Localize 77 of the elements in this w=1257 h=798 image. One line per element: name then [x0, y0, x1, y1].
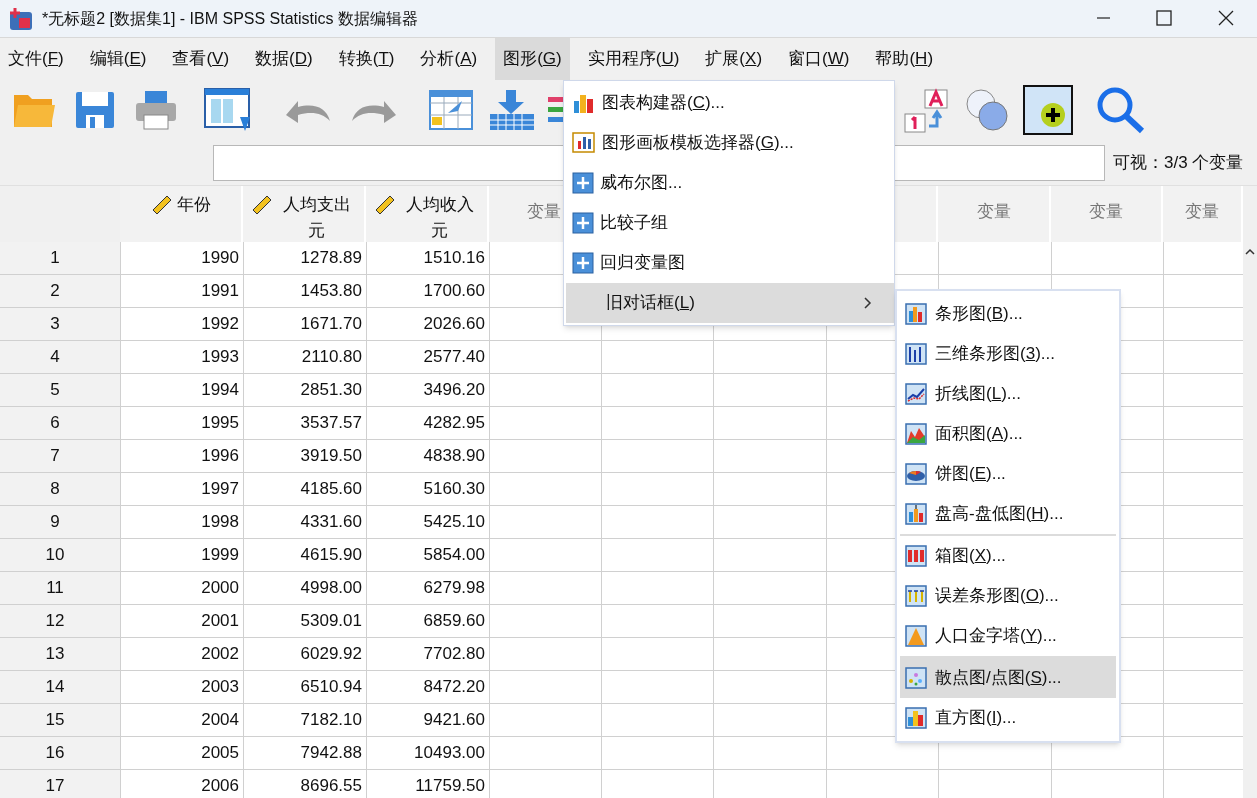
table-cell: 2003 — [120, 671, 243, 703]
menu-label: 误差条形图(O)... — [935, 585, 1059, 608]
table-cell: 8472.20 — [366, 671, 489, 703]
menu-label: 旧对话框(L) — [606, 292, 695, 315]
table-cell: 2004 — [120, 704, 243, 736]
table-cell: 4185.60 — [243, 473, 366, 505]
table-cell: 11759.50 — [366, 770, 489, 798]
window-title: *无标题2 [数据集1] - IBM SPSS Statistics 数据编辑器 — [42, 8, 419, 29]
menu-label: 面积图(A)... — [935, 423, 1023, 446]
table-cell: 2002 — [120, 638, 243, 670]
table-cell: 4615.90 — [243, 539, 366, 571]
menu-label: 回归变量图 — [600, 252, 685, 275]
table-cell: 1671.70 — [243, 308, 366, 340]
menu-label: 威布尔图... — [600, 172, 683, 195]
column-label: 变量 — [976, 201, 1011, 224]
table-cell: 1996 — [120, 440, 243, 472]
table-cell: 2001 — [120, 605, 243, 637]
menu-label: 图形画板模板选择器(G)... — [602, 132, 794, 155]
menu-label: 三维条形图(3)... — [935, 343, 1055, 366]
table-cell: 2110.80 — [243, 341, 366, 373]
table-cell: 7182.10 — [243, 704, 366, 736]
table-cell: 1993 — [120, 341, 243, 373]
table-cell: 1990 — [120, 242, 243, 274]
table-cell: 1510.16 — [366, 242, 489, 274]
table-cell: 2005 — [120, 737, 243, 769]
table-cell: 9421.60 — [366, 704, 489, 736]
table-cell: 10493.00 — [366, 737, 489, 769]
visible-variables-count: 可视：3/3 个变量 — [1113, 151, 1244, 174]
table-cell: 5309.01 — [243, 605, 366, 637]
table-cell: 2006 — [120, 770, 243, 798]
table-cell: 6029.92 — [243, 638, 366, 670]
table-cell: 2577.40 — [366, 341, 489, 373]
menu-label: 直方图(I)... — [935, 707, 1017, 730]
table-cell: 5160.30 — [366, 473, 489, 505]
menu-label: 比较子组 — [600, 212, 668, 235]
table-cell: 1453.80 — [243, 275, 366, 307]
table-cell: 4331.60 — [243, 506, 366, 538]
table-cell: 2851.30 — [243, 374, 366, 406]
menu-label: 箱图(X)... — [935, 545, 1006, 568]
menu-label: 折线图(L)... — [935, 383, 1021, 406]
table-cell: 1278.89 — [243, 242, 366, 274]
column-label: 变量 — [1089, 201, 1123, 224]
table-cell: 6279.98 — [366, 572, 489, 604]
table-cell: 2000 — [120, 572, 243, 604]
table-cell: 1999 — [120, 539, 243, 571]
table-cell: 8696.55 — [243, 770, 366, 798]
table-cell: 4282.95 — [366, 407, 489, 439]
table-cell: 1994 — [120, 374, 243, 406]
table-cell: 1997 — [120, 473, 243, 505]
table-cell: 5854.00 — [366, 539, 489, 571]
table-cell: 6859.60 — [366, 605, 489, 637]
menu-label: 散点图/点图(S)... — [935, 667, 1062, 690]
table-cell: 1998 — [120, 506, 243, 538]
table-cell: 4838.90 — [366, 440, 489, 472]
table-cell: 7702.80 — [366, 638, 489, 670]
table-cell: 3919.50 — [243, 440, 366, 472]
table-cell: 6510.94 — [243, 671, 366, 703]
column-label: 变量 — [1185, 201, 1219, 224]
table-cell: 3537.57 — [243, 407, 366, 439]
column-label: 人均收入元 — [404, 194, 475, 242]
menu-label: 图表构建器(C)... — [602, 92, 725, 115]
table-cell: 1991 — [120, 275, 243, 307]
column-label: 年份 — [176, 194, 211, 216]
menu-label: 人口金字塔(Y)... — [935, 625, 1057, 648]
table-cell: 1992 — [120, 308, 243, 340]
table-cell: 1700.60 — [366, 275, 489, 307]
menu-label: 盘高-盘低图(H)... — [935, 503, 1064, 526]
menu-label: 条形图(B)... — [935, 303, 1023, 326]
table-cell: 1995 — [120, 407, 243, 439]
table-cell: 3496.20 — [366, 374, 489, 406]
column-label: 变量 — [527, 201, 561, 224]
table-cell: 7942.88 — [243, 737, 366, 769]
column-label: 人均支出元 — [281, 194, 352, 242]
menu-label: 饼图(E)... — [935, 463, 1006, 486]
table-cell: 5425.10 — [366, 506, 489, 538]
table-cell: 4998.00 — [243, 572, 366, 604]
table-cell: 2026.60 — [366, 308, 489, 340]
